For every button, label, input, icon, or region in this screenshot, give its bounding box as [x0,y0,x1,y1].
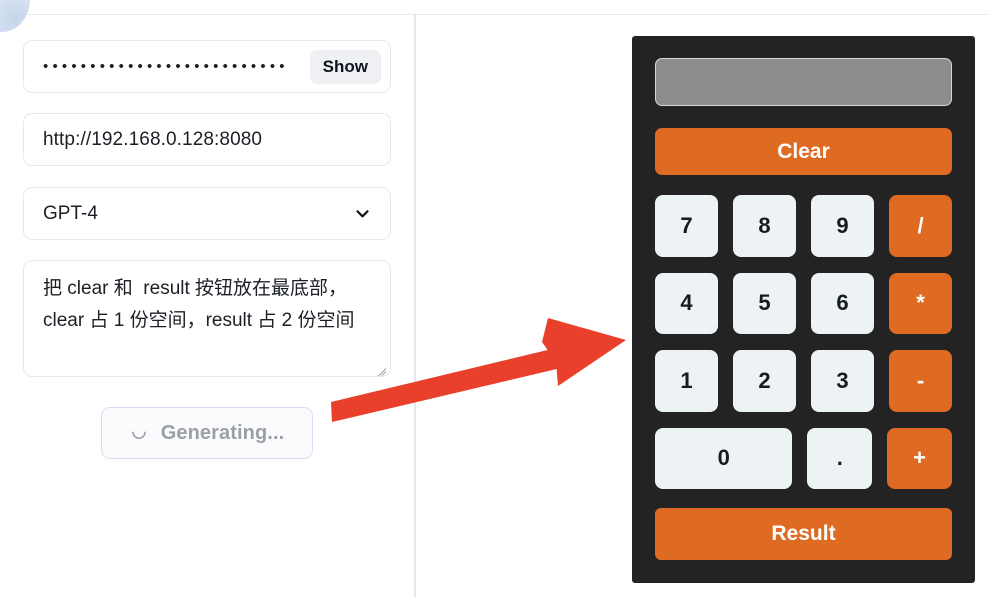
calculator-key-2[interactable]: 2 [733,350,796,412]
calculator-key-/[interactable]: / [889,195,952,257]
app-root: •••••••••••••••••••••••••• Show http://1… [0,0,988,597]
calculator-key--[interactable]: - [889,350,952,412]
pane-divider [414,15,416,597]
calculator-result-button[interactable]: Result [655,508,952,560]
calculator-key-row: 7 8 9/ [655,195,952,257]
calculator-key-row: 0. + [655,427,953,489]
generate-button[interactable]: Generating... [101,407,313,459]
calculator-preview: Clear 7 8 9/4 5 6 * 1 2 3-0. + Result [632,36,975,583]
prompt-textarea[interactable]: 把 clear 和 result 按钮放在最底部，clear 占 1 份空间，r… [23,260,391,377]
calculator-keypad: 7 8 9/4 5 6 * 1 2 3-0. + [655,195,953,489]
calculator-key-3[interactable]: 3 [811,350,874,412]
endpoint-url-value: http://192.168.0.128:8080 [43,128,263,150]
calculator-display[interactable] [655,58,952,106]
spinner-icon [130,424,148,442]
generate-button-label: Generating... [160,421,285,444]
endpoint-url-field[interactable]: http://192.168.0.128:8080 [23,113,391,166]
calculator-key-8[interactable]: 8 [733,195,796,257]
calculator-key-*[interactable]: * [889,272,952,334]
calculator-key-5[interactable]: 5 [733,272,796,334]
calculator-key-+[interactable]: + [887,427,953,489]
show-password-button[interactable]: Show [309,49,381,84]
calculator-key-row: 123- [655,350,952,412]
calculator-clear-button[interactable]: Clear [655,128,952,175]
api-key-masked-value: •••••••••••••••••••••••••• [43,59,289,74]
calculator-key-0[interactable]: 0 [655,427,793,489]
model-select[interactable]: GPT-4 [23,187,391,240]
calculator-key-row: 4 5 6 * [655,272,952,334]
prompt-textarea-value: 把 clear 和 result 按钮放在最底部，clear 占 1 份空间，r… [43,278,355,331]
calculator-key-.[interactable]: . [807,427,873,489]
settings-panel: •••••••••••••••••••••••••• Show http://1… [0,15,414,597]
calculator-key-9[interactable]: 9 [811,195,874,257]
model-select-value: GPT-4 [43,202,98,224]
calculator-key-4[interactable]: 4 [655,272,718,334]
resize-handle-icon[interactable] [374,360,387,376]
calculator-key-6[interactable]: 6 [811,272,874,334]
chevron-down-icon [354,205,371,222]
api-key-field[interactable]: •••••••••••••••••••••••••• Show [23,40,391,93]
calculator-key-7[interactable]: 7 [655,195,718,257]
calculator-key-1[interactable]: 1 [655,350,718,412]
